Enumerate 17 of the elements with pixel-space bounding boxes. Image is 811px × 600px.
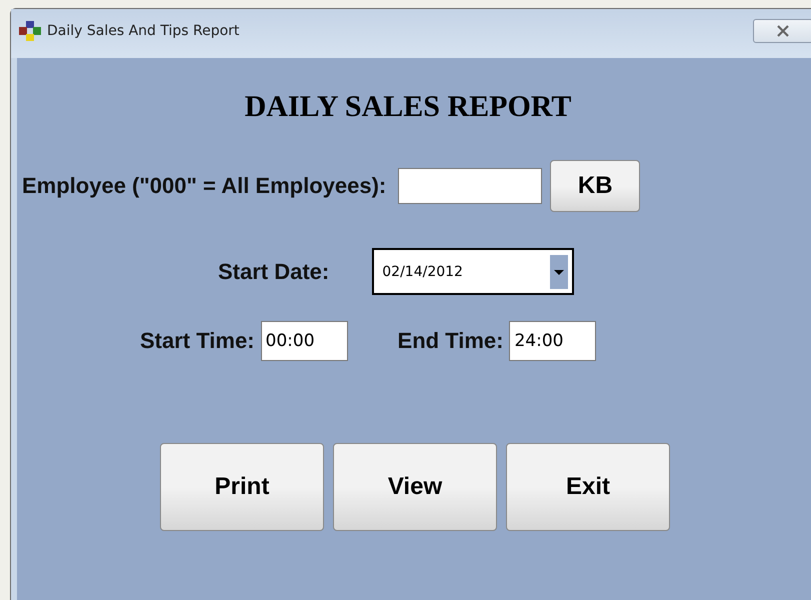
end-time-field[interactable]: 24:00	[509, 321, 596, 361]
app-icon	[19, 20, 41, 40]
employee-field[interactable]	[398, 168, 542, 204]
window-title: Daily Sales And Tips Report	[47, 22, 240, 38]
start-time-field[interactable]: 00:00	[260, 321, 348, 361]
employee-label: Employee ("000" = All Employees):	[22, 173, 386, 199]
action-button[interactable]: Exit	[506, 443, 670, 531]
start-date-picker[interactable]: 02/14/2012	[372, 248, 574, 295]
close-button[interactable]	[753, 18, 811, 42]
report-heading: DAILY SALES REPORT	[244, 90, 572, 124]
keyboard-button[interactable]: KB	[550, 160, 640, 212]
action-button[interactable]: View	[333, 443, 497, 531]
start-date-label: Start Date:	[218, 258, 330, 284]
close-icon	[776, 24, 790, 36]
action-button[interactable]: Print	[160, 443, 324, 531]
end-time-label: End Time:	[398, 328, 504, 354]
start-time-label: Start Time:	[140, 328, 255, 354]
